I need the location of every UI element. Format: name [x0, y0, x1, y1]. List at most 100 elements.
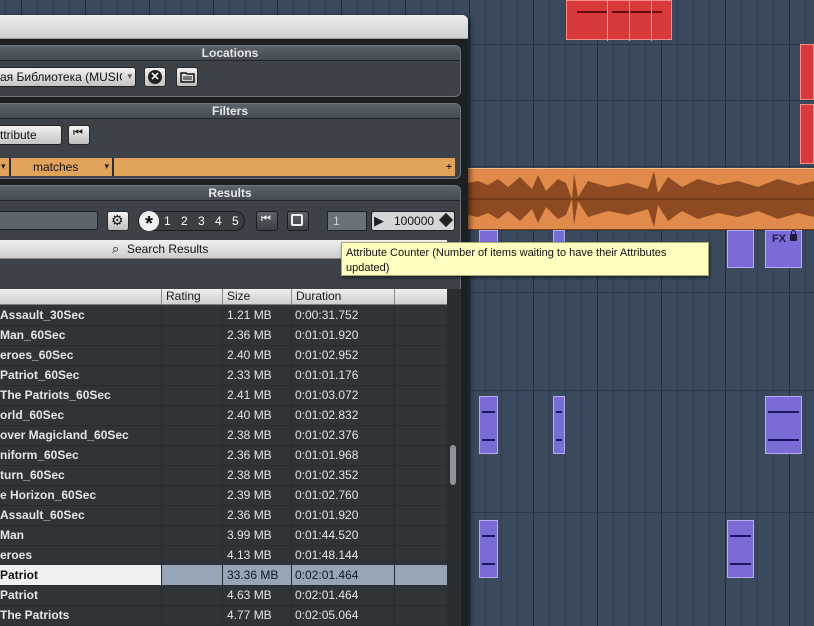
cell-rating	[161, 505, 222, 525]
chevron-down-icon: ▾	[104, 161, 109, 171]
midi-event[interactable]	[765, 396, 802, 454]
cell-duration: 0:02:01.464	[295, 588, 359, 602]
track-separator	[468, 166, 814, 167]
column-header-name[interactable]	[0, 289, 161, 304]
cell-name: The Patriots	[0, 608, 70, 622]
cell-name: eroes	[0, 548, 33, 562]
result-count-display[interactable]: ▶ 100000	[371, 211, 455, 231]
cell-duration: 0:01:02.952	[295, 348, 359, 362]
table-row[interactable]: niform_60Sec 2.36 MB 0:01:01.968	[0, 445, 447, 466]
midi-event[interactable]	[479, 520, 498, 578]
play-icon: ▶	[374, 213, 384, 228]
clear-location-button[interactable]: ✕	[144, 67, 166, 87]
cell-size: 4.77 MB	[227, 608, 272, 622]
table-row[interactable]: eroes_60Sec 2.40 MB 0:01:02.952	[0, 345, 447, 366]
track-separator	[468, 44, 814, 45]
table-row[interactable]: The Patriots 4.77 MB 0:02:05.064	[0, 605, 447, 626]
filter-value-field[interactable]: +	[114, 158, 455, 176]
cell-duration: 0:01:48.144	[295, 548, 359, 562]
filter-reset-button[interactable]: ⏮	[68, 125, 90, 145]
column-header-size[interactable]: Size	[222, 289, 291, 304]
cell-duration: 0:00:31.752	[295, 308, 359, 322]
browse-folder-button[interactable]	[176, 67, 198, 87]
cell-duration: 0:01:44.520	[295, 528, 359, 542]
midi-event[interactable]	[727, 230, 754, 268]
track-separator	[468, 512, 814, 513]
cell-name: eroes_60Sec	[0, 348, 74, 362]
rating-star-button[interactable]: *	[139, 211, 159, 235]
update-attributes-button[interactable]	[287, 211, 309, 231]
table-row[interactable]: orld_60Sec 2.40 MB 0:01:02.832	[0, 405, 447, 426]
table-row[interactable]: over Magicland_60Sec 2.38 MB 0:01:02.376	[0, 425, 447, 446]
table-row[interactable]: Assault_30Sec 1.21 MB 0:00:31.752	[0, 305, 447, 326]
cell-rating	[161, 365, 222, 385]
table-row[interactable]: e Horizon_60Sec 2.39 MB 0:01:02.760	[0, 485, 447, 506]
rating-level-4[interactable]: 4	[215, 214, 222, 228]
attribute-button[interactable]: ttribute	[0, 125, 62, 145]
table-row[interactable]: Man_60Sec 2.36 MB 0:01:01.920	[0, 325, 447, 346]
folder-icon	[180, 72, 195, 83]
table-row[interactable]: turn_60Sec 2.38 MB 0:01:02.352	[0, 465, 447, 486]
rating-level-2[interactable]: 2	[181, 214, 188, 228]
rating-level-5[interactable]: 5	[232, 214, 239, 228]
location-select[interactable]: ая Библиотека (MUSIC ▾	[0, 67, 136, 87]
cell-size: 2.38 MB	[227, 468, 272, 482]
table-row[interactable]: Patriot_60Sec 2.33 MB 0:01:01.176	[0, 365, 447, 386]
results-scrollbar[interactable]	[447, 289, 461, 626]
midi-event[interactable]	[800, 104, 814, 164]
cell-duration: 0:02:01.464	[291, 565, 447, 585]
attribute-counter-field[interactable]: 1	[327, 211, 367, 231]
filter-condition-dropdown[interactable]: matches ▾	[11, 158, 112, 176]
filter-attribute-dropdown[interactable]: ▾	[0, 158, 9, 176]
rating-level-1[interactable]: 1	[164, 214, 171, 228]
cell-rating	[161, 325, 222, 345]
window-titlebar[interactable]	[0, 15, 468, 39]
midi-event[interactable]	[727, 520, 754, 578]
attribute-counter-value: 1	[333, 214, 340, 228]
cell-duration: 0:01:03.072	[295, 388, 359, 402]
cell-duration: 0:01:02.760	[295, 488, 359, 502]
column-divider	[222, 305, 223, 626]
table-row[interactable]: Man 3.99 MB 0:01:44.520	[0, 525, 447, 546]
midi-event[interactable]	[479, 396, 498, 454]
results-search-field[interactable]	[0, 211, 98, 230]
attribute-label: ttribute	[0, 128, 37, 142]
rating-filter[interactable]: * 1 2 3 4 5	[138, 211, 245, 235]
track-separator	[468, 292, 814, 293]
cell-duration: 0:01:02.352	[295, 468, 359, 482]
results-settings-button[interactable]: ⚙	[107, 211, 129, 231]
track-separator	[468, 390, 814, 391]
cell-name: Patriot	[0, 588, 39, 602]
chevron-down-icon: ▾	[127, 71, 132, 81]
cell-name: e Horizon_60Sec	[0, 488, 97, 502]
previous-results-button[interactable]: ⏮	[256, 211, 278, 231]
audio-event[interactable]	[468, 168, 814, 230]
midi-event-fx[interactable]: FX	[765, 230, 802, 268]
cell-name: Assault_60Sec	[0, 508, 85, 522]
table-row[interactable]: The Patriots_60Sec 2.41 MB 0:01:03.072	[0, 385, 447, 406]
cell-duration: 0:02:05.064	[295, 608, 359, 622]
column-header-duration[interactable]: Duration	[291, 289, 394, 304]
locations-panel: Locations ая Библиотека (MUSIC ▾ ✕	[0, 45, 461, 97]
cell-rating	[161, 465, 222, 485]
results-table: Rating Size Duration Assault_30Sec 1.21 M…	[0, 289, 447, 626]
column-header-rating[interactable]: Rating	[161, 289, 222, 304]
midi-event[interactable]	[553, 396, 565, 454]
table-row[interactable]: Patriot 4.63 MB 0:02:01.464	[0, 585, 447, 606]
cell-name: niform_60Sec	[0, 448, 79, 462]
table-row[interactable]: Assault_60Sec 2.36 MB 0:01:01.920	[0, 505, 447, 526]
chevron-down-icon: ▾	[1, 161, 6, 171]
table-row[interactable]: Patriot 33.36 MB 0:02:01.464	[0, 565, 447, 586]
lock-icon	[790, 230, 797, 241]
column-header-extra[interactable]	[394, 289, 447, 304]
cell-rating	[161, 445, 222, 465]
midi-event[interactable]	[566, 0, 672, 41]
cell-rating	[161, 305, 222, 325]
cell-name: The Patriots_60Sec	[0, 388, 111, 402]
rating-level-3[interactable]: 3	[198, 214, 205, 228]
table-row[interactable]: eroes 4.13 MB 0:01:48.144	[0, 545, 447, 566]
cell-size: 3.99 MB	[227, 528, 272, 542]
scrollbar-thumb[interactable]	[450, 445, 456, 485]
track-separator	[468, 100, 814, 101]
midi-event[interactable]	[800, 44, 814, 100]
